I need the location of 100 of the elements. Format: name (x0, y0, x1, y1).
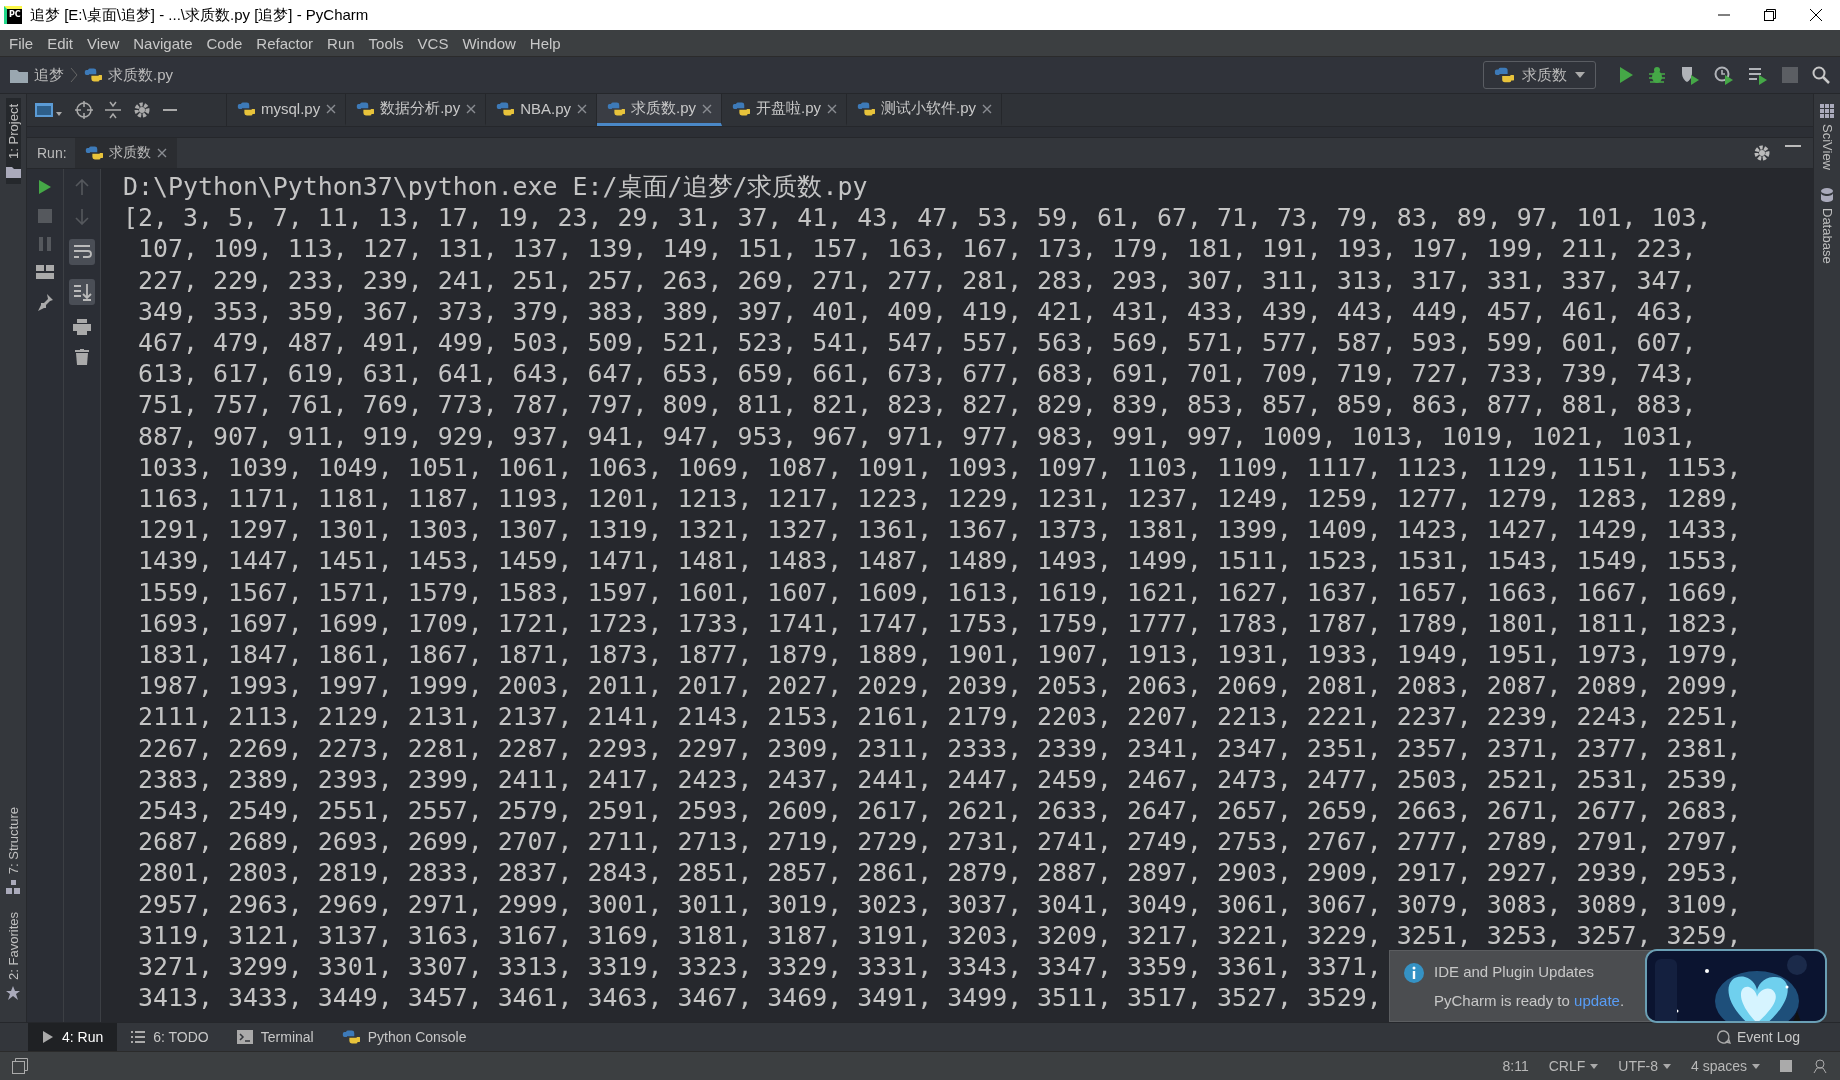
menu-item[interactable]: Code (199, 34, 250, 52)
pin-icon[interactable] (36, 293, 54, 311)
menu-item[interactable]: Refactor (249, 34, 321, 52)
menu-item[interactable]: Navigate (126, 34, 200, 52)
tool-window-button[interactable]: Database (1819, 182, 1835, 270)
python-file-icon (84, 66, 102, 84)
console-line: 2957, 2963, 2969, 2971, 2999, 3001, 3011, 3019, 3023, 3037, 3041, 3049, 3061, 3067, 3079, 3083, 3089, 3109, (137, 888, 1742, 920)
console-line: 2801, 2803, 2819, 2833, 2837, 2843, 2851, 2857, 2861, 2879, 2887, 2897, 2903, 2909, 2917, 2927, 2939, 2953, (137, 857, 1742, 889)
minimize-icon[interactable] (1785, 144, 1801, 148)
concurrency-icon[interactable] (1748, 65, 1768, 85)
menu-item[interactable]: File (2, 34, 41, 52)
editor-tab[interactable]: mysql.py (227, 94, 347, 126)
console-line: 2111, 2113, 2129, 2131, 2137, 2141, 2143, 2153, 2161, 2179, 2203, 2207, 2213, 2221, 2237, 2239, 2243, 2251, (137, 701, 1742, 733)
console-line: 2687, 2689, 2693, 2699, 2707, 2711, 2713, 2719, 2729, 2731, 2741, 2749, 2753, 2767, 2777, 2789, 2791, 2797, (137, 826, 1742, 858)
search-icon[interactable] (1812, 66, 1830, 84)
panel-toggle-icon[interactable] (12, 1058, 28, 1074)
console-line: 1559, 1567, 1571, 1579, 1583, 1597, 1601, 1607, 1609, 1613, 1619, 1621, 1627, 1637, 1657, 1663, 1667, 1669, (137, 576, 1742, 608)
console-line: 1291, 1297, 1301, 1303, 1307, 1319, 1321, 1327, 1361, 1367, 1373, 1381, 1399, 1409, 1423, 1427, 1429, 1433, (137, 514, 1742, 546)
chevron-icon (70, 67, 78, 83)
app-logo: PC (4, 6, 22, 24)
soft-wrap-icon[interactable] (69, 239, 95, 265)
python-icon (341, 1029, 360, 1045)
editor-tab[interactable]: 求质数.py (597, 94, 723, 126)
collapse-icon[interactable] (105, 101, 121, 119)
folder-icon (10, 67, 28, 83)
close-icon[interactable] (1810, 9, 1822, 21)
console-line: 349, 353, 359, 367, 373, 379, 383, 389, 397, 401, 409, 419, 421, 431, 433, 439, 443, 449, 457, 461, 463, (137, 295, 1697, 327)
run-config-dropdown[interactable]: 求质数 (1483, 61, 1596, 89)
trash-icon[interactable] (75, 349, 89, 365)
console-line: 467, 479, 487, 491, 499, 503, 509, 521, 523, 541, 547, 557, 563, 569, 571, 577, 587, 593, 599, 601, 607, (137, 327, 1697, 359)
console-line: 1831, 1847, 1861, 1867, 1871, 1873, 1877, 1879, 1889, 1901, 1907, 1913, 1931, 1933, 1949, 1951, 1973, 1979, (137, 639, 1742, 671)
console-line: 2383, 2389, 2393, 2399, 2411, 2417, 2423, 2437, 2441, 2447, 2459, 2467, 2473, 2477, 2503, 2521, 2531, 2539, (137, 763, 1742, 796)
python-file-icon (356, 99, 375, 118)
settings-icon[interactable] (1753, 144, 1771, 162)
console-line: 3413, 3433, 3449, 3457, 3461, 3463, 3467, 3469, 3491, 3499, 3511, 3517, 3527, 3529, (137, 982, 1382, 1014)
menu-item[interactable]: Tools (361, 34, 411, 52)
menu-item[interactable]: Window (455, 34, 523, 52)
status-item[interactable]: CRLF (1548, 1058, 1599, 1074)
caret-icon (1752, 1063, 1760, 1069)
menu-item[interactable]: VCS (410, 34, 456, 52)
star-icon (6, 986, 20, 1000)
console-line: 3119, 3121, 3137, 3163, 3167, 3169, 3181, 3187, 3191, 3203, 3209, 3217, 3221, 3229, 3251, 3253, 3257, 3259, (137, 919, 1742, 952)
window-title: 追梦 [E:\桌面\追梦] - ...\求质数.py [追梦] - PyCharm (30, 5, 369, 25)
tool-window-button[interactable]: 1: Project (5, 98, 21, 184)
console-line: D:\Python\Python37\python.exe E:/桌面/追梦/求质数.py (123, 171, 868, 203)
python-file-icon (1494, 65, 1514, 85)
tool-window-button[interactable]: 2: Favorites (5, 906, 21, 1006)
menu-item[interactable]: View (80, 34, 127, 52)
console-line: 613, 617, 619, 631, 641, 643, 647, 653, 659, 661, 673, 677, 683, 691, 701, 709, 719, 727, 733, 739, 743, (137, 358, 1697, 390)
bug-icon[interactable] (1648, 66, 1666, 84)
layout-icon[interactable] (36, 265, 54, 279)
editor-tab[interactable]: 数据分析.py (346, 94, 487, 126)
caret-icon (1590, 1063, 1599, 1069)
tool-window-tab[interactable]: 6: TODO (117, 1023, 223, 1051)
breadcrumb-item[interactable]: 追梦 (34, 65, 64, 85)
list-icon (131, 1031, 146, 1043)
tool-window-button[interactable]: SciView (1819, 98, 1835, 176)
status-item[interactable]: UTF-8 (1618, 1058, 1671, 1074)
menu-item[interactable]: Run (320, 34, 362, 52)
python-file-icon (237, 99, 255, 118)
minimize-icon[interactable] (163, 108, 177, 112)
speech-bubble-icon (1716, 1030, 1731, 1044)
tool-window-tab[interactable]: Python Console (327, 1023, 481, 1051)
settings-icon[interactable] (133, 101, 151, 119)
grid-icon (1820, 104, 1834, 118)
tool-window-tab[interactable]: Terminal (222, 1023, 328, 1051)
status-item[interactable]: 8:11 (1502, 1058, 1529, 1074)
run-icon[interactable] (38, 179, 52, 195)
print-icon[interactable] (73, 319, 91, 335)
run-tab[interactable]: 求质数 (74, 138, 177, 168)
run-icon[interactable] (1618, 66, 1634, 84)
console-line: 1163, 1171, 1181, 1187, 1193, 1201, 1213, 1217, 1223, 1229, 1231, 1237, 1249, 1259, 1277, 1279, 1283, 1289, (137, 483, 1742, 515)
python-file-icon (84, 144, 103, 162)
run-icon (42, 1030, 54, 1044)
coverage-icon[interactable] (1680, 65, 1700, 85)
restore-icon[interactable] (1764, 9, 1776, 21)
editor-tab[interactable]: 开盘啦.py (722, 94, 848, 126)
window-icon[interactable] (35, 102, 63, 118)
console-line: 1987, 1993, 1997, 1999, 2003, 2011, 2017, 2027, 2029, 2039, 2053, 2063, 2069, 2081, 2083, 2087, 2089, 2099, (137, 670, 1742, 702)
console-line: 1439, 1447, 1451, 1453, 1459, 1471, 1481, 1483, 1487, 1489, 1493, 1499, 1511, 1523, 1531, 1543, 1549, 1553, (137, 545, 1742, 577)
event-log-button[interactable]: Event Log (1716, 1023, 1840, 1051)
tool-window-button[interactable]: 7: Structure (5, 800, 21, 901)
menu-item[interactable]: Help (522, 34, 568, 52)
locate-icon[interactable] (75, 101, 93, 119)
caret-icon (1662, 1063, 1671, 1069)
profiler-icon[interactable] (1714, 65, 1734, 85)
console-line: [2, 3, 5, 7, 11, 13, 17, 19, 23, 29, 31, 37, 41, 43, 47, 53, 59, 61, 67, 71, 73, 79, 83, 89, 97, 101, 103, (123, 202, 1712, 234)
console-line: 107, 109, 113, 127, 131, 137, 139, 149, 151, 157, 163, 167, 173, 179, 181, 191, 193, 197, 199, 211, 223, (137, 233, 1697, 265)
breadcrumb-item[interactable]: 求质数.py (108, 65, 173, 85)
scroll-to-end-icon[interactable] (69, 279, 95, 305)
notification-title: IDE and Plugin Updates (1434, 963, 1596, 982)
tool-window-tab[interactable]: 4: Run (28, 1023, 118, 1051)
status-item[interactable]: 4 spaces (1690, 1058, 1760, 1074)
console-line: 227, 229, 233, 239, 241, 251, 257, 263, 269, 271, 277, 281, 283, 293, 307, 311, 313, 317, 331, 337, 347, (137, 264, 1697, 296)
python-file-icon (857, 99, 876, 118)
menu-item[interactable]: Edit (40, 34, 81, 52)
console-line: 2543, 2549, 2551, 2557, 2579, 2591, 2593, 2609, 2617, 2621, 2633, 2647, 2657, 2659, 2663, 2671, 2677, 2683, (137, 795, 1742, 827)
editor-tab[interactable]: 测试小软件.py (847, 94, 1003, 126)
console-line: 2267, 2269, 2273, 2281, 2287, 2293, 2297, 2309, 2311, 2333, 2339, 2341, 2347, 2351, 2357, 2371, 2377, 2381, (137, 732, 1742, 764)
python-file-icon (732, 99, 751, 118)
